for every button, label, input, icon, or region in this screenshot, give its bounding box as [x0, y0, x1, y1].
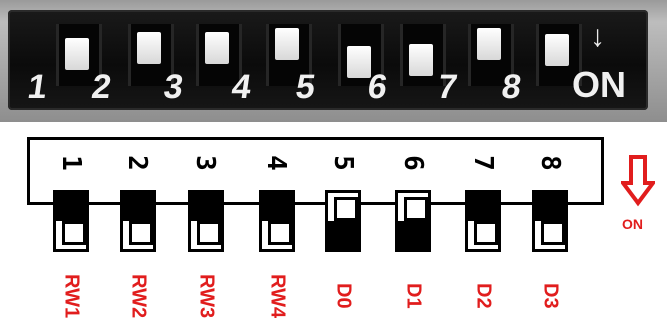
schematic-switch-6 — [395, 190, 431, 252]
schematic-num-3: 3 — [190, 155, 220, 171]
schematic-switch-3 — [188, 190, 224, 252]
schematic-label-rw3: RW3 — [195, 273, 218, 319]
schematic-label-d0: D0 — [332, 283, 355, 309]
schematic-label-rw2: RW2 — [127, 273, 150, 319]
schematic-label-rw1: RW1 — [60, 273, 83, 319]
schematic-switch-2 — [120, 190, 156, 252]
schematic-switch-7 — [465, 190, 501, 252]
schematic-label-rw4: RW4 — [266, 273, 289, 319]
schematic-num-5: 5 — [328, 155, 358, 171]
schematic-on-label: ON — [622, 216, 643, 232]
dip-switch-photo: 1 2 3 4 5 6 7 8 ↓ ON — [0, 0, 667, 122]
schematic-switch-5 — [325, 190, 361, 252]
schematic-num-2: 2 — [122, 155, 152, 171]
schematic-num-8: 8 — [535, 155, 565, 171]
schematic-label-d1: D1 — [402, 283, 425, 309]
schematic-num-6: 6 — [398, 155, 428, 171]
schematic-switch-1 — [53, 190, 89, 252]
photo-on-label: ON — [572, 64, 626, 105]
schematic-switch-4 — [259, 190, 295, 252]
schematic-switch-8 — [532, 190, 568, 252]
schematic-num-1: 1 — [56, 155, 86, 171]
on-direction-arrow-icon — [621, 155, 655, 207]
schematic-label-d3: D3 — [539, 283, 562, 309]
down-arrow-icon: ↓ — [590, 20, 605, 53]
schematic-label-d2: D2 — [472, 283, 495, 309]
schematic-outline — [27, 137, 604, 205]
schematic-num-4: 4 — [261, 155, 291, 171]
schematic-num-7: 7 — [468, 155, 498, 171]
